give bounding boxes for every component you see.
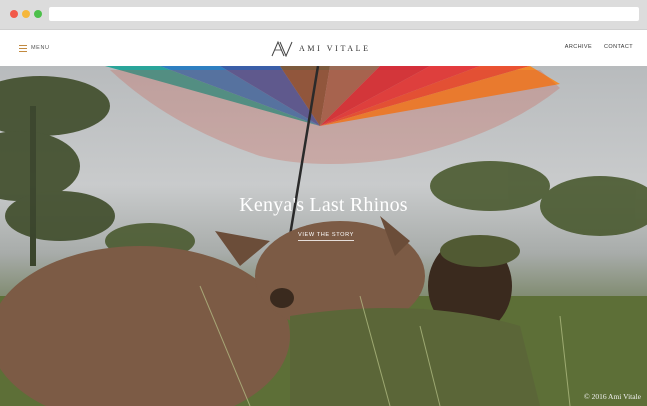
address-bar[interactable] xyxy=(49,7,639,21)
maximize-window-icon[interactable] xyxy=(34,10,42,18)
browser-window: MENU AMI VITALE ARCHIVE CONTACT Kenya's … xyxy=(0,0,647,406)
site-logo[interactable]: AMI VITALE xyxy=(271,38,371,58)
hero-title: Kenya's Last Rhinos xyxy=(239,194,408,216)
logo-text: AMI VITALE xyxy=(299,43,371,53)
nav-archive[interactable]: ARCHIVE xyxy=(565,44,592,50)
minimize-window-icon[interactable] xyxy=(22,10,30,18)
browser-chrome xyxy=(0,0,647,30)
view-story-link[interactable]: VIEW THE STORY xyxy=(298,232,354,241)
av-monogram-icon xyxy=(271,40,293,57)
photo-credit: © 2016 Ami Vitale xyxy=(584,392,641,401)
menu-label: MENU xyxy=(31,45,50,51)
site-header: MENU AMI VITALE ARCHIVE CONTACT xyxy=(0,30,647,66)
hamburger-icon xyxy=(19,44,27,52)
main-nav: ARCHIVE CONTACT xyxy=(553,44,633,50)
nav-contact[interactable]: CONTACT xyxy=(604,44,633,50)
tree-left xyxy=(0,76,115,266)
menu-button[interactable]: MENU xyxy=(19,42,50,54)
rainbow-umbrella xyxy=(105,66,560,165)
close-window-icon[interactable] xyxy=(10,10,18,18)
hero-image: Kenya's Last Rhinos VIEW THE STORY © 201… xyxy=(0,66,647,406)
